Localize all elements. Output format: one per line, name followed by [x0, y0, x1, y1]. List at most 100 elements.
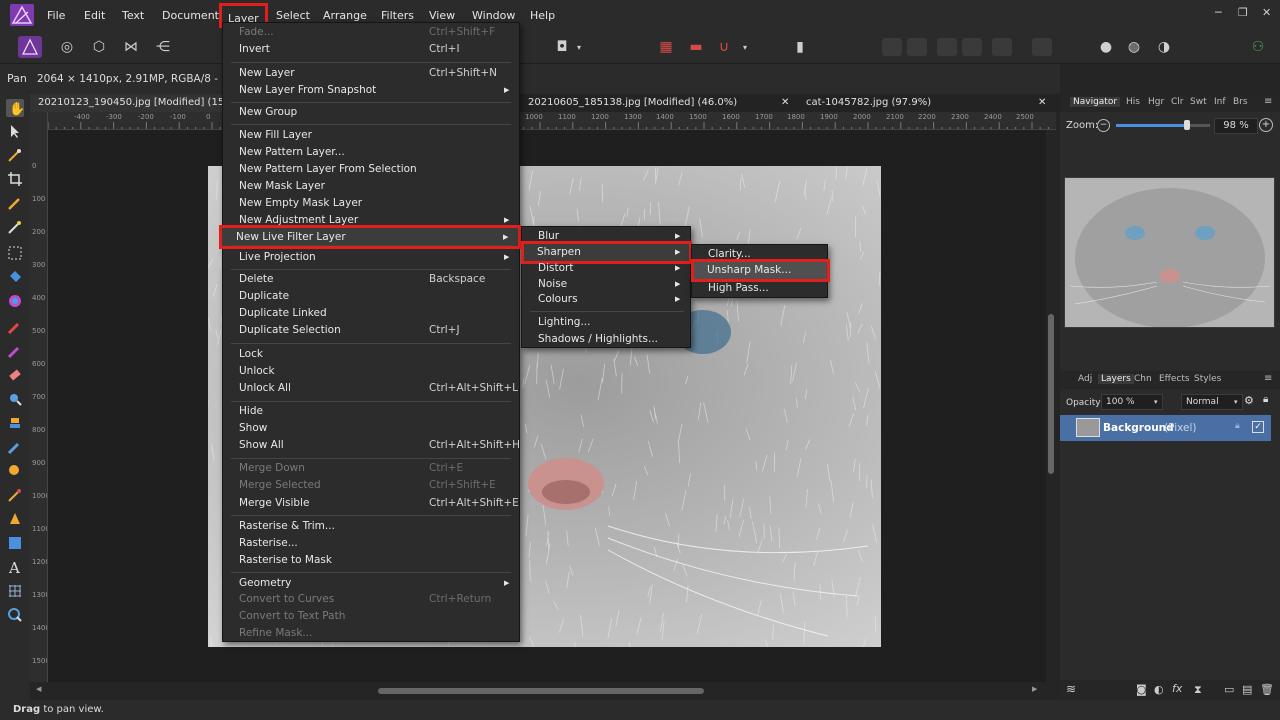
menu-file[interactable]: File — [47, 0, 65, 31]
pen-tool-icon[interactable] — [6, 510, 24, 528]
live-filter-icon[interactable]: ⧗ — [1194, 683, 1202, 697]
tone-mapping-persona-icon[interactable]: ⋈ — [119, 36, 143, 58]
menu-item-duplicate-selection[interactable]: Duplicate Selection Ctrl+J — [223, 322, 519, 339]
vertical-scroll-thumb[interactable] — [1048, 314, 1054, 474]
gradient-tool-icon[interactable] — [6, 292, 24, 310]
group-icon[interactable]: ▭ — [1224, 683, 1234, 696]
menu-item-merge-down[interactable]: Merge Down Ctrl+E — [223, 460, 519, 477]
layer-visibility-checkbox[interactable]: ✓ — [1252, 421, 1264, 433]
vertical-ruler[interactable]: 0 100 200 300 400 500 600 700 800 900 10… — [30, 112, 48, 682]
menu-item-refine-mask[interactable]: Refine Mask... — [223, 625, 519, 642]
red-eye-tool-icon[interactable] — [6, 486, 24, 504]
tab-adjustments[interactable]: Adj — [1078, 374, 1092, 384]
zoom-tool-icon[interactable] — [6, 606, 24, 624]
fx-icon[interactable]: fx — [1172, 682, 1182, 695]
mesh-warp-tool-icon[interactable] — [6, 582, 24, 600]
menu-item-convert-to-text-path[interactable]: Convert to Text Path — [223, 608, 519, 625]
layer-lock-icon[interactable]: 🔒︎ — [1235, 421, 1240, 431]
arrange-forward-icon[interactable] — [937, 38, 957, 56]
zoom-out-icon[interactable]: − — [1097, 119, 1110, 132]
snapping-grid-icon[interactable]: ▦ — [654, 36, 678, 58]
account-icon[interactable]: ⚇ — [1246, 36, 1270, 58]
view-mode-icon[interactable]: ◘ — [550, 36, 574, 58]
document-tab-3[interactable]: cat-1045782.jpg (97.9%) ✕ ✕ — [781, 94, 1058, 112]
menu-item-duplicate-linked[interactable]: Duplicate Linked — [223, 305, 519, 322]
align-icon[interactable] — [992, 38, 1012, 56]
snapping-magnet-icon[interactable]: ∪ — [712, 36, 736, 58]
arrange-front-icon[interactable] — [962, 38, 982, 56]
assistant-icon[interactable]: ▮ — [788, 36, 812, 58]
minimize-icon[interactable]: ─ — [1215, 6, 1222, 19]
move-tool-icon[interactable] — [6, 122, 24, 140]
tab-navigator[interactable]: Navigator — [1070, 97, 1121, 107]
mask-layer-icon[interactable]: ◙ — [1136, 683, 1147, 696]
menu-text[interactable]: Text — [122, 0, 144, 31]
vertical-scrollbar[interactable] — [1046, 130, 1058, 682]
menu-item-delete[interactable]: Delete Backspace — [223, 271, 519, 288]
tab-info[interactable]: Inf — [1214, 97, 1226, 107]
snapping-dropdown-icon[interactable]: ▾ — [738, 36, 752, 58]
menu-item-geometry[interactable]: Geometry ▶ — [223, 575, 519, 592]
menu-document[interactable]: Document — [162, 0, 219, 31]
menu-item-merge-selected[interactable]: Merge Selected Ctrl+Shift+E — [223, 477, 519, 494]
menu-item-live-projection[interactable]: Live Projection ▶ — [223, 249, 519, 266]
tab-close-icon[interactable]: ✕ — [1038, 94, 1046, 112]
navigator-preview[interactable] — [1064, 177, 1275, 328]
arrange-backward-icon[interactable] — [907, 38, 927, 56]
scroll-right-icon[interactable]: ▶ — [1032, 685, 1037, 693]
tab-history[interactable]: His — [1126, 97, 1140, 107]
develop-persona-icon[interactable]: ⬡ — [87, 36, 111, 58]
close-icon[interactable]: ✕ — [1262, 6, 1271, 19]
menu-item-new-fill-layer[interactable]: New Fill Layer — [223, 127, 519, 144]
selection-brush-tool-icon[interactable] — [6, 194, 24, 212]
menu-help[interactable]: Help — [530, 0, 555, 31]
menu-item-duplicate[interactable]: Duplicate — [223, 288, 519, 305]
snapping-bar-icon[interactable]: ▬ — [684, 36, 708, 58]
horizontal-ruler[interactable]: -400 -300 -200 -100 0 1000 1100 1200 130… — [48, 112, 1056, 130]
menu-item-new-mask-layer[interactable]: New Mask Layer — [223, 178, 519, 195]
settings-gear-icon[interactable]: ⚙ — [1244, 394, 1254, 407]
blemish-tool-icon[interactable] — [6, 438, 24, 456]
panel-menu-icon[interactable]: ≡ — [1264, 96, 1272, 107]
crop-tool-icon[interactable] — [6, 170, 24, 188]
colour-replacement-tool-icon[interactable] — [6, 342, 24, 360]
document-tab-2[interactable]: 20210605_185138.jpg [Modified] (46.0%)✕ — [503, 94, 770, 112]
menu-item-merge-visible[interactable]: Merge Visible Ctrl+Alt+Shift+E — [223, 495, 519, 512]
marquee-tool-icon[interactable] — [6, 244, 24, 262]
canvas-area[interactable] — [48, 130, 1046, 682]
add-layer-icon[interactable]: ▤ — [1242, 683, 1252, 696]
menu-item-rasterise-trim[interactable]: Rasterise & Trim... — [223, 518, 519, 535]
layers-stack-icon[interactable]: ≋ — [1066, 682, 1076, 696]
pan-tool-icon[interactable]: ✋ — [6, 99, 25, 117]
arrange-back-icon[interactable] — [882, 38, 902, 56]
menu-edit[interactable]: Edit — [84, 0, 105, 31]
tab-brushes[interactable]: Brs — [1233, 97, 1248, 107]
menu-item-hide[interactable]: Hide — [223, 403, 519, 420]
menu-item-lock[interactable]: Lock — [223, 346, 519, 363]
tab-close-icon[interactable]: ✕ — [781, 94, 789, 112]
menu-item-fade[interactable]: Fade... Ctrl+Shift+F — [223, 24, 519, 41]
quick-mask-icon[interactable]: ● — [1094, 36, 1118, 58]
opacity-field[interactable]: 100 % ▾ — [1101, 394, 1163, 410]
menu-item-invert[interactable]: Invert Ctrl+I — [223, 41, 519, 58]
liquify-persona-icon[interactable]: ◎ — [55, 36, 79, 58]
zoom-value-field[interactable]: 98 % — [1214, 118, 1258, 134]
menu-item-show[interactable]: Show — [223, 420, 519, 437]
colour-picker-tool-icon[interactable] — [6, 146, 24, 164]
menu-item-distort[interactable]: Distort ▶ — [522, 260, 690, 277]
restore-icon[interactable]: ❐ — [1238, 6, 1248, 19]
zoom-in-icon[interactable]: + — [1259, 118, 1273, 132]
menu-item-rasterise[interactable]: Rasterise... — [223, 535, 519, 552]
flood-select-tool-icon[interactable] — [6, 218, 24, 236]
photo-persona-icon[interactable] — [18, 36, 42, 58]
blend-mode-select[interactable]: Normal ▾ — [1181, 394, 1243, 410]
paint-brush-tool-icon[interactable] — [6, 318, 24, 336]
menu-item-new-empty-mask-layer[interactable]: New Empty Mask Layer — [223, 195, 519, 212]
tab-channels[interactable]: Chn — [1134, 374, 1152, 384]
affinity-photo-logo-icon[interactable] — [10, 4, 34, 26]
menu-item-shadows-highlights[interactable]: Shadows / Highlights... — [522, 331, 690, 348]
flood-fill-tool-icon[interactable] — [6, 268, 24, 286]
delete-layer-icon[interactable]: 🗑︎ — [1260, 683, 1274, 696]
document-tab-1[interactable]: 20210123_190450.jpg [Modified] (15.3%) — [30, 94, 247, 112]
menu-item-rasterise-to-mask[interactable]: Rasterise to Mask — [223, 552, 519, 569]
